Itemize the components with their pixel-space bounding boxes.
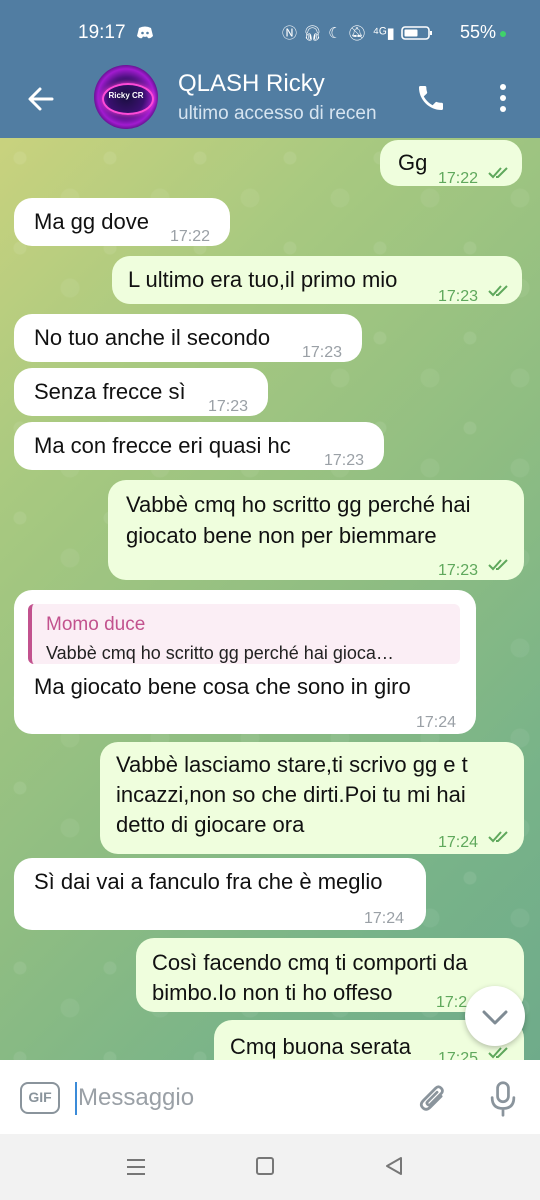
message-time: 17:24: [364, 910, 405, 927]
message-text-line: Vabbè cmq ho scritto gg perché hai: [126, 492, 471, 517]
home-icon[interactable]: [256, 1157, 274, 1175]
message-bubble-outgoing[interactable]: L ultimo era tuo,il primo mio 17:23: [112, 256, 522, 305]
message-time: 17:2: [436, 994, 468, 1011]
mute-icon: 🔕︎: [347, 24, 367, 42]
double-check-icon: [488, 1047, 508, 1059]
message-bubble-incoming[interactable]: No tuo anche il secondo 17:23: [14, 314, 362, 362]
message-text-line: giocato bene non per biemmare: [126, 523, 437, 548]
phone-call-icon[interactable]: [415, 82, 447, 114]
double-check-icon: [488, 167, 508, 179]
message-composer: GIF: [0, 1060, 540, 1134]
message-time: 17:24: [416, 714, 457, 731]
message-text-line: Così facendo cmq ti comporti da: [152, 950, 468, 975]
status-time: 19:17: [78, 22, 126, 43]
avatar-logo-text: Ricky CR: [108, 91, 144, 100]
chevron-down-icon: [482, 1010, 508, 1025]
message-text: Cmq buona serata: [230, 1034, 411, 1059]
status-icons: Ⓝ 🎧︎ ☾ 🔕︎ ⁴ᴳ▮: [282, 22, 433, 43]
message-text: Gg: [398, 150, 428, 175]
nfc-icon: Ⓝ: [282, 25, 298, 42]
message-text: L ultimo era tuo,il primo mio: [128, 267, 398, 292]
message-time: 17:23: [438, 288, 479, 305]
reply-snippet: Vabbè cmq ho scritto gg perché hai gioca…: [46, 643, 394, 663]
message-text: Ma con frecce eri quasi hc: [34, 433, 291, 458]
message-text-line: bimbo.Io non ti ho offeso: [152, 980, 393, 1005]
microphone-icon[interactable]: [488, 1080, 518, 1118]
message-time: 17:23: [438, 562, 479, 579]
message-text-line: Vabbè lasciamo stare,ti scrivo gg e t: [116, 752, 468, 777]
moon-icon: ☾: [328, 24, 342, 42]
message-bubble-incoming[interactable]: Ma gg dove 17:22: [14, 198, 230, 246]
double-check-icon: [488, 285, 508, 297]
double-check-icon: [488, 831, 508, 843]
message-bubble-outgoing[interactable]: Vabbè lasciamo stare,ti scrivo gg e t in…: [100, 742, 524, 854]
message-time: 17:25: [438, 1050, 479, 1060]
message-input[interactable]: [78, 1078, 388, 1118]
message-text-line: incazzi,non so che dirti.Poi tu mi hai: [116, 782, 466, 807]
chat-area[interactable]: Gg 17:22 Ma gg dove 17:22 L ultimo era t…: [0, 138, 540, 1060]
4g-signal-icon: ⁴ᴳ▮: [372, 24, 395, 42]
back-arrow-icon[interactable]: [24, 82, 58, 116]
message-text: No tuo anche il secondo: [34, 325, 271, 350]
message-text: Ma giocato bene cosa che sono in giro: [34, 674, 411, 699]
message-bubble-incoming[interactable]: Senza frecce sì 17:23: [14, 368, 268, 416]
recent-apps-icon[interactable]: [126, 1158, 146, 1176]
battery-icon: [400, 25, 432, 40]
scroll-to-bottom-button[interactable]: [465, 986, 525, 1046]
message-time: 17:22: [170, 228, 211, 245]
gif-button[interactable]: GIF: [20, 1082, 60, 1114]
message-bubble-incoming-reply[interactable]: Momo duce Vabbè cmq ho scritto gg perché…: [14, 590, 476, 734]
last-seen-status: ultimo accesso di recen: [178, 103, 377, 124]
message-bubble-incoming[interactable]: Sì dai vai a fanculo fra che è meglio 17…: [14, 858, 426, 930]
double-check-icon: [488, 559, 508, 571]
discord-icon: [137, 26, 153, 39]
message-text: Senza frecce sì: [34, 379, 186, 404]
avatar[interactable]: Ricky CR: [94, 65, 158, 129]
message-time: 17:23: [302, 344, 343, 361]
back-triangle-icon[interactable]: [384, 1156, 404, 1176]
battery-percentage: 55%: [460, 22, 497, 42]
system-navigation-bar: [0, 1134, 540, 1200]
reply-author: Momo duce: [46, 614, 146, 635]
message-time: 17:23: [324, 452, 365, 469]
message-text: Sì dai vai a fanculo fra che è meglio: [34, 869, 383, 894]
more-options-icon[interactable]: [492, 80, 514, 116]
chat-title[interactable]: QLASH Ricky: [178, 70, 325, 98]
paperclip-icon[interactable]: [416, 1080, 450, 1118]
message-text: Ma gg dove: [34, 209, 149, 234]
message-bubble-incoming[interactable]: Ma con frecce eri quasi hc 17:23: [14, 422, 384, 470]
message-time: 17:24: [438, 834, 479, 851]
status-bar: 19:17 Ⓝ 🎧︎ ☾ 🔕︎ ⁴ᴳ▮ 55%: [0, 0, 540, 62]
chat-header: Ricky CR QLASH Ricky ultimo accesso di r…: [0, 62, 540, 138]
message-bubble-outgoing[interactable]: Gg 17:22: [380, 140, 522, 187]
privacy-indicator-dot: [500, 31, 506, 37]
text-cursor: [75, 1082, 77, 1115]
message-time: 17:22: [438, 170, 479, 187]
reply-quote[interactable]: Momo duce Vabbè cmq ho scritto gg perché…: [28, 604, 460, 664]
message-time: 17:23: [208, 398, 249, 415]
message-bubble-outgoing[interactable]: Vabbè cmq ho scritto gg perché hai gioca…: [108, 480, 524, 580]
headphones-icon: 🎧︎: [303, 24, 323, 42]
message-text-line: detto di giocare ora: [116, 812, 305, 837]
